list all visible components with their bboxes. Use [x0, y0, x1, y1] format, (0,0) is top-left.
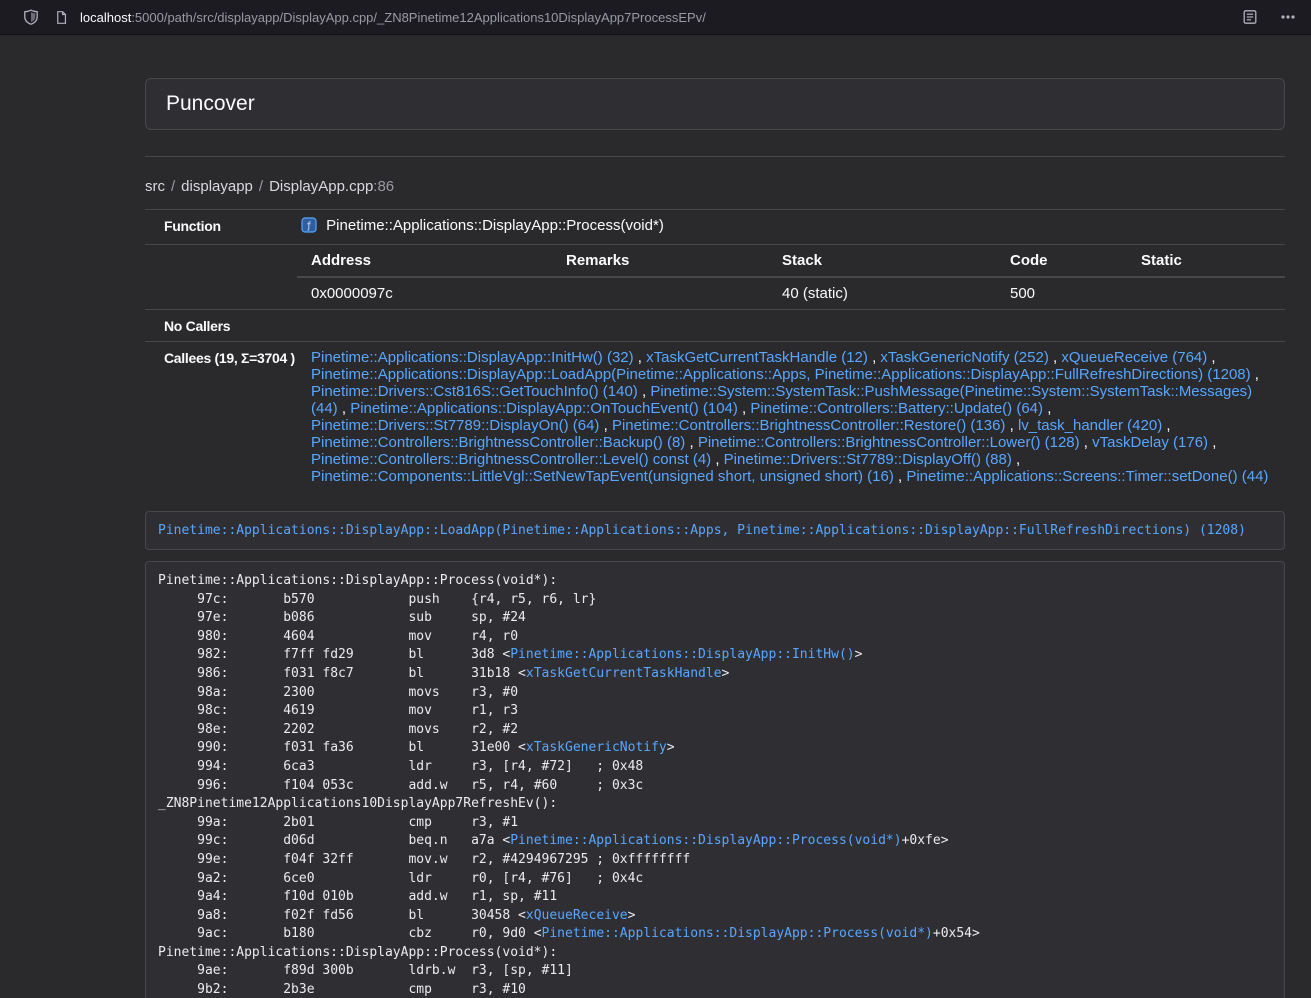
callee-separator: ,: [711, 451, 724, 468]
callee-link[interactable]: Pinetime::Controllers::Battery::Update()…: [750, 400, 1043, 417]
svg-text:ƒ: ƒ: [306, 222, 311, 232]
callee-link[interactable]: Pinetime::Controllers::BrightnessControl…: [311, 434, 685, 451]
callee-link[interactable]: Pinetime::Drivers::St7789::DisplayOn() (…: [311, 417, 599, 434]
main-content: Puncover src / displayapp / DisplayApp.cpp:8…: [145, 78, 1285, 998]
callee-link[interactable]: Pinetime::Controllers::BrightnessControl…: [612, 417, 1005, 434]
code-symbol-link[interactable]: xTaskGetCurrentTaskHandle: [526, 666, 722, 681]
highlighted-callee-link[interactable]: Pinetime::Applications::DisplayApp::Load…: [158, 523, 1246, 538]
col-header-address: Address: [297, 245, 552, 277]
callees-cell: Pinetime::Applications::DisplayApp::Init…: [297, 342, 1285, 493]
breadcrumb-line-number: :86: [373, 178, 394, 195]
callee-link[interactable]: Pinetime::Components::LittleVgl::SetNewT…: [311, 468, 894, 485]
app-header-panel: Puncover: [145, 78, 1285, 130]
stats-row: Address Remarks Stack Code Static 0x0000…: [145, 245, 1285, 310]
callee-separator: ,: [1012, 451, 1020, 468]
symbol-table: Function ƒ Pinetime::Applications::Displ…: [145, 209, 1285, 492]
callee-separator: ,: [634, 349, 647, 366]
code-size-value: 500: [996, 277, 1127, 309]
url-bar[interactable]: localhost:5000/path/src/displayapp/Displ…: [80, 0, 1227, 35]
callee-separator: ,: [738, 400, 751, 417]
no-callers-label: No Callers: [145, 310, 297, 342]
breadcrumb-link-src[interactable]: src: [145, 178, 165, 195]
breadcrumb-separator: /: [259, 178, 263, 195]
function-row: Function ƒ Pinetime::Applications::Displ…: [145, 210, 1285, 245]
callee-link[interactable]: Pinetime::Applications::DisplayApp::Init…: [311, 349, 634, 366]
stack-value: 40 (static): [768, 277, 996, 309]
callee-separator: ,: [1080, 434, 1093, 451]
callee-link[interactable]: Pinetime::Applications::Screens::Timer::…: [906, 468, 1268, 485]
address-value: 0x0000097c: [297, 277, 552, 309]
callee-link[interactable]: xTaskGenericNotify (252): [880, 349, 1048, 366]
callees-label: Callees (19, Σ=3704 ): [145, 342, 297, 493]
callee-separator: ,: [685, 434, 698, 451]
assembly-code: Pinetime::Applications::DisplayApp::Proc…: [145, 561, 1285, 998]
url-path: :5000/path/src/displayapp/DisplayApp.cpp…: [131, 10, 706, 25]
breadcrumb-link-file[interactable]: DisplayApp.cpp: [269, 178, 373, 195]
browser-chrome: localhost:5000/path/src/displayapp/Displ…: [0, 0, 1311, 35]
callee-link[interactable]: xQueueReceive (764): [1061, 349, 1207, 366]
code-symbol-link[interactable]: Pinetime::Applications::DisplayApp::Proc…: [542, 926, 933, 941]
callee-link[interactable]: Pinetime::Applications::DisplayApp::OnTo…: [350, 400, 738, 417]
col-header-stack: Stack: [768, 245, 996, 277]
callee-link[interactable]: Pinetime::Applications::DisplayApp::Load…: [311, 366, 1251, 383]
callees-row: Callees (19, Σ=3704 ) Pinetime::Applicat…: [145, 342, 1285, 493]
callee-separator: ,: [638, 383, 651, 400]
callee-link[interactable]: Pinetime::Controllers::BrightnessControl…: [311, 451, 711, 468]
col-header-remarks: Remarks: [552, 245, 768, 277]
code-symbol-link[interactable]: Pinetime::Applications::DisplayApp::Proc…: [510, 833, 901, 848]
highlighted-callee-panel: Pinetime::Applications::DisplayApp::Load…: [145, 511, 1285, 550]
toolbar-actions: [1241, 8, 1297, 26]
shield-icon[interactable]: [22, 8, 40, 26]
callee-link[interactable]: Pinetime::Drivers::Cst816S::GetTouchInfo…: [311, 383, 638, 400]
no-callers-row: No Callers: [145, 310, 1285, 342]
callee-link[interactable]: Pinetime::Drivers::St7789::DisplayOff() …: [724, 451, 1012, 468]
callee-link[interactable]: lv_task_handler (420): [1018, 417, 1162, 434]
symbol-stats-table: Address Remarks Stack Code Static 0x0000…: [297, 245, 1285, 309]
static-value: [1127, 277, 1285, 309]
remarks-value: [552, 277, 768, 309]
callee-separator: ,: [894, 468, 907, 485]
breadcrumb: src / displayapp / DisplayApp.cpp:86: [145, 177, 1285, 196]
page-icon[interactable]: [52, 8, 70, 26]
breadcrumb-separator: /: [171, 178, 175, 195]
divider: [145, 156, 1285, 157]
col-header-code: Code: [996, 245, 1127, 277]
breadcrumb-link-displayapp[interactable]: displayapp: [181, 178, 253, 195]
callee-separator: ,: [1251, 366, 1259, 383]
callee-link[interactable]: xTaskGetCurrentTaskHandle (12): [646, 349, 868, 366]
function-name: Pinetime::Applications::DisplayApp::Proc…: [326, 217, 664, 234]
callee-separator: ,: [1049, 349, 1062, 366]
reader-view-icon[interactable]: [1241, 8, 1259, 26]
function-row-label: Function: [145, 210, 297, 245]
page-title: Puncover: [166, 93, 1264, 115]
code-symbol-link[interactable]: xTaskGenericNotify: [526, 740, 667, 755]
table-row: 0x0000097c 40 (static) 500: [297, 277, 1285, 309]
callee-separator: ,: [868, 349, 881, 366]
callee-separator: ,: [1207, 349, 1215, 366]
col-header-static: Static: [1127, 245, 1285, 277]
callee-separator: ,: [599, 417, 612, 434]
callee-separator: ,: [1005, 417, 1018, 434]
function-icon: ƒ: [301, 217, 317, 237]
callee-separator: ,: [1043, 400, 1051, 417]
code-symbol-link[interactable]: xQueueReceive: [526, 908, 628, 923]
callee-link[interactable]: vTaskDelay (176): [1092, 434, 1208, 451]
callee-separator: ,: [338, 400, 351, 417]
callee-separator: ,: [1208, 434, 1216, 451]
ellipsis-menu-icon[interactable]: [1279, 8, 1297, 26]
callee-separator: ,: [1162, 417, 1170, 434]
url-host: localhost: [80, 10, 131, 25]
callee-link[interactable]: Pinetime::Controllers::BrightnessControl…: [698, 434, 1080, 451]
code-symbol-link[interactable]: Pinetime::Applications::DisplayApp::Init…: [510, 647, 854, 662]
